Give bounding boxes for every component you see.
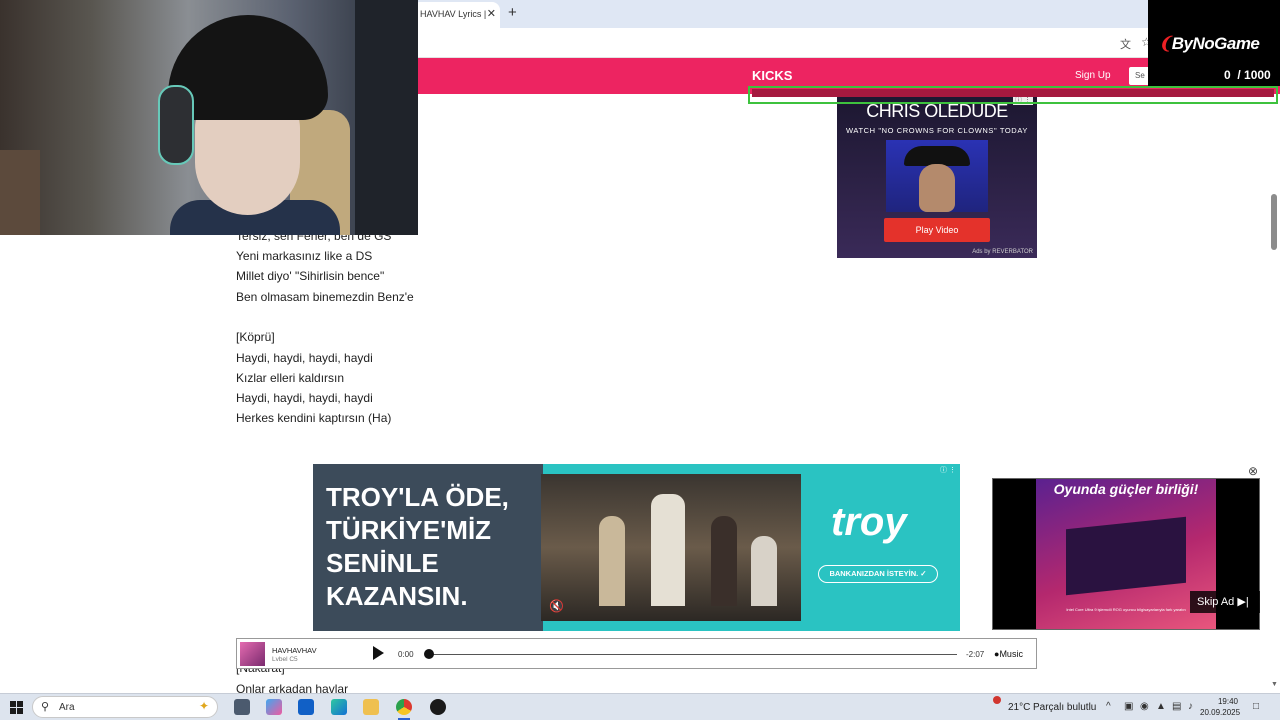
copilot-icon[interactable]: [266, 699, 282, 715]
troy-headline-2: TÜRKİYE'MİZ: [326, 515, 492, 545]
lyric-line: Ben olmasam binemezdin Benz'e: [236, 290, 414, 304]
goal-progress-frame: [748, 86, 1278, 104]
site-title[interactable]: KICKS: [752, 68, 792, 83]
task-view-icon[interactable]: [234, 699, 250, 715]
screen: HAVHAV Lyrics | ✕ + 文 ☆ KICKS Sign Up Se…: [0, 0, 1280, 720]
webcam-person: [150, 10, 350, 235]
network-icon[interactable]: ▤: [1172, 701, 1181, 712]
goal-total: / 1000: [1237, 68, 1271, 82]
search-icon: ⚲: [41, 701, 50, 713]
new-tab-icon[interactable]: +: [508, 4, 517, 21]
lyric-line: Haydi, haydi, haydi, haydi: [236, 351, 373, 365]
play-icon[interactable]: [373, 646, 384, 660]
ad-face-shape: [919, 164, 955, 212]
video-figure: [751, 536, 777, 606]
video-figure: [599, 516, 625, 606]
album-art: [240, 642, 265, 666]
tab-title: HAVHAV Lyrics |: [420, 9, 487, 19]
laptop-shape: [1066, 516, 1186, 596]
lyric-line: Kızlar elleri kaldırsın: [236, 371, 345, 385]
stream-brand-overlay: ❨ByNoGame 0 / 1000: [1148, 0, 1280, 86]
troy-video[interactable]: 🔇: [541, 474, 801, 621]
translate-icon[interactable]: 文: [1120, 36, 1131, 52]
video-ad-fine-print: Intel Core Ultra 9 işlemcili ROG oyuncu …: [1066, 607, 1186, 612]
brand-logo: ❨ByNoGame: [1158, 34, 1260, 54]
clock-time[interactable]: 19:40: [1206, 697, 1238, 706]
brand-name: ByNoGame: [1171, 34, 1260, 53]
lyric-line: Yeni markasınız like a DS: [236, 249, 373, 263]
tab-lyrics[interactable]: HAVHAV Lyrics | ✕: [412, 2, 500, 28]
seek-handle[interactable]: [424, 649, 434, 659]
lyric-line: Millet diyo' "Sihirlisin bence": [236, 269, 385, 283]
file-explorer-icon[interactable]: [363, 699, 379, 715]
volume-icon[interactable]: ♪: [1188, 701, 1193, 712]
goal-current: 0: [1224, 68, 1231, 82]
windows-start-icon[interactable]: [10, 701, 23, 714]
taskbar: ⚲ Ara ✦ 21°C Parçalı bulutlu ^ ▣ ◉ ▲ ▤ ♪…: [0, 693, 1280, 720]
notification-icon[interactable]: □: [1253, 701, 1259, 712]
video-figure: [711, 516, 737, 606]
tray-app-icon[interactable]: ▲: [1156, 701, 1166, 712]
webcam-door: [0, 150, 40, 235]
artist-name: Lvbel C5: [272, 656, 298, 663]
lyric-line: Haydi, haydi, haydi, haydi: [236, 391, 373, 405]
music-brand: ●Music: [994, 649, 1023, 659]
song-title: HAVHAVHAV: [272, 646, 317, 655]
tray-app-icon[interactable]: ◉: [1140, 701, 1149, 712]
weather-condition[interactable]: Parçalı bulutlu: [1033, 702, 1096, 713]
goal-progress-track: [752, 89, 1274, 97]
ad-tagline: WATCH "NO CROWNS FOR CLOWNS" TODAY: [846, 126, 1028, 135]
taskbar-search-input[interactable]: ⚲ Ara ✦: [32, 696, 218, 718]
remaining-time: -2:07: [966, 650, 985, 659]
play-video-button[interactable]: Play Video: [884, 218, 990, 242]
lyric-line: [Köprü]: [236, 330, 275, 344]
skip-ad-button[interactable]: Skip Ad ▶|: [1190, 591, 1260, 613]
close-icon[interactable]: ⊗: [1248, 464, 1258, 478]
sparkle-icon[interactable]: ✦: [199, 699, 209, 713]
troy-text-panel: TROY'LA ÖDE, TÜRKİYE'MİZ SENİNLE KAZANSI…: [313, 464, 543, 631]
scrollbar-thumb[interactable]: [1271, 194, 1277, 250]
clock-date[interactable]: 20.09.2025: [1200, 708, 1240, 717]
troy-headline-4: KAZANSIN.: [326, 581, 468, 611]
webcam-overlay: [0, 0, 418, 235]
chrome-icon[interactable]: [396, 699, 412, 715]
current-time: 0:00: [398, 650, 414, 659]
tray-app-icon[interactable]: ▣: [1124, 701, 1133, 712]
goal-counter: 0 / 1000: [1224, 68, 1271, 82]
troy-banner-ad[interactable]: TROY'LA ÖDE, TÜRKİYE'MİZ SENİNLE KAZANSI…: [313, 464, 960, 631]
headphone-icon: [158, 85, 194, 165]
ad-artist-photo: [886, 140, 988, 212]
outlook-icon[interactable]: [298, 699, 314, 715]
ad-choices-icon[interactable]: ⓘ ⋮: [940, 465, 956, 475]
troy-headline-1: TROY'LA ÖDE,: [326, 482, 509, 512]
ad-artist-name: CHRIS OLEDUDE: [866, 101, 1008, 121]
weather-alert-icon[interactable]: [993, 696, 1001, 704]
chevron-up-icon[interactable]: ^: [1106, 701, 1111, 712]
music-brand-label: Music: [999, 649, 1023, 659]
scroll-down-icon[interactable]: ▼: [1271, 681, 1278, 688]
side-ad[interactable]: ⓘ ⋮ CHRIS OLEDUDE WATCH "NO CROWNS FOR C…: [837, 94, 1037, 258]
ad-hat-shape: [904, 146, 970, 166]
troy-headline-3: SENİNLE: [326, 548, 439, 578]
mute-icon[interactable]: 🔇: [549, 599, 564, 613]
taskbar-search-text: Ara: [59, 702, 75, 713]
troy-cta-button[interactable]: BANKANIZDAN İSTEYİN. ✓: [818, 565, 938, 583]
tab-close-icon[interactable]: ✕: [487, 7, 496, 20]
video-ad-headline: Oyunda güçler birliği!: [1053, 481, 1199, 497]
music-player: HAVHAVHAV Lvbel C5 0:00 -2:07 ●Music: [236, 638, 1037, 669]
signup-link[interactable]: Sign Up: [1075, 70, 1111, 81]
webcam-background: [355, 0, 418, 235]
lyric-line: Herkes kendini kaptırsın (Ha): [236, 411, 392, 425]
seek-bar[interactable]: [429, 654, 957, 655]
edge-icon[interactable]: [331, 699, 347, 715]
brand-mark-icon: ❨: [1158, 34, 1172, 53]
ad-attribution: Ads by REVERBATOR: [972, 249, 1033, 255]
troy-logo: troy: [831, 500, 907, 544]
video-figure: [651, 494, 685, 606]
weather-temp[interactable]: 21°C: [1008, 702, 1030, 713]
obs-icon[interactable]: [430, 699, 446, 715]
video-ad-frame: Oyunda güçler birliği! Intel Core Ultra …: [1036, 479, 1216, 629]
